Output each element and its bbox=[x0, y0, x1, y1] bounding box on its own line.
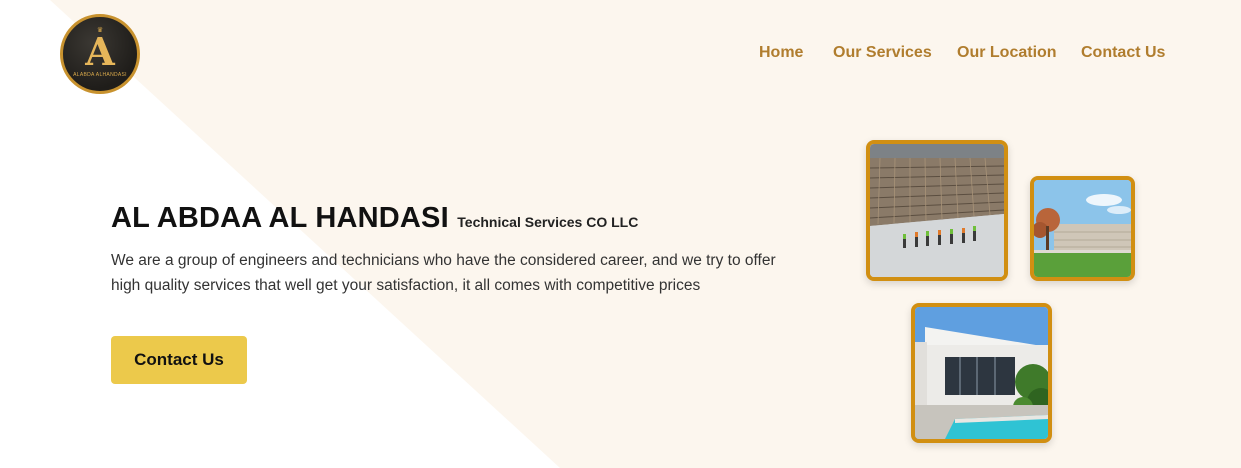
nav-our-services[interactable]: Our Services bbox=[833, 44, 932, 62]
nav-contact-us[interactable]: Contact Us bbox=[1081, 44, 1165, 62]
nav-our-location[interactable]: Our Location bbox=[957, 44, 1057, 62]
main-nav: Home Our Services Our Location Contact U… bbox=[0, 44, 1241, 64]
logo-subtitle: ALABDA ALHANDASI bbox=[73, 71, 127, 78]
hero-heading: AL ABDAA AL HANDASI Technical Services C… bbox=[111, 202, 638, 235]
crown-icon: ♛ bbox=[96, 27, 104, 34]
garden-wall-photo bbox=[1030, 176, 1135, 281]
nav-home[interactable]: Home bbox=[759, 44, 803, 62]
company-name: AL ABDAA AL HANDASI bbox=[111, 202, 449, 234]
contact-us-button[interactable]: Contact Us bbox=[111, 336, 247, 384]
construction-site-photo bbox=[866, 140, 1008, 281]
villa-pool-photo bbox=[911, 303, 1052, 443]
company-tagline: Technical Services CO LLC bbox=[457, 214, 639, 230]
hero-description: We are a group of engineers and technici… bbox=[111, 252, 776, 294]
